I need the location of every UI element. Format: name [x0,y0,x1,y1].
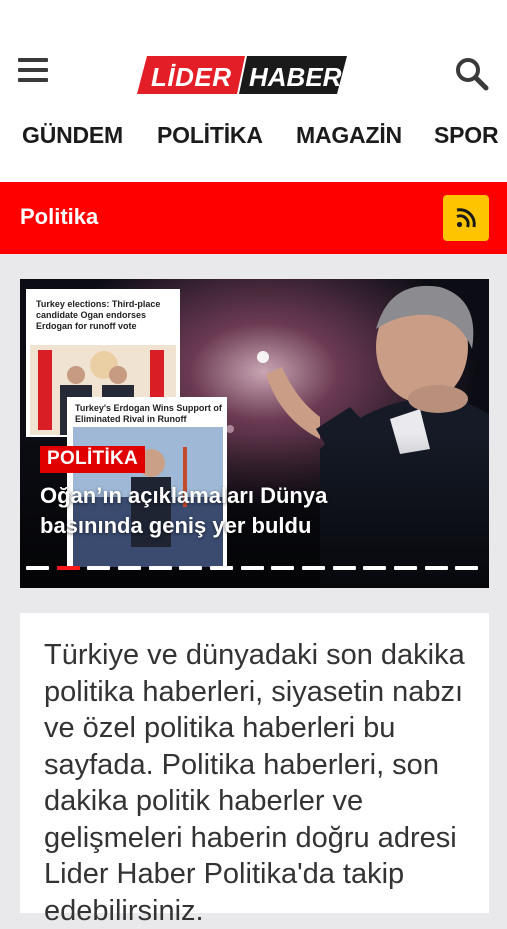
tab-politika[interactable]: POLİTİKA [157,122,263,149]
category-tabs: GÜNDEM POLİTİKA MAGAZİN SPOR [0,108,507,182]
rss-icon [456,208,476,228]
site-header: LİDER HABER [0,0,507,109]
slider-dot[interactable] [87,566,111,570]
slider-dot[interactable] [179,566,203,570]
search-icon[interactable] [454,56,490,92]
slider-dot[interactable] [26,566,49,570]
slider-dot[interactable] [424,566,448,570]
slider-dot[interactable] [363,566,387,570]
slider-dot[interactable] [240,566,264,570]
tab-gundem[interactable]: GÜNDEM [22,122,123,149]
section-header: Politika [0,182,507,254]
tab-magazin[interactable]: MAGAZİN [296,122,402,149]
headline-slider[interactable]: Turkey elections: Third-place candidate … [20,279,489,588]
rss-button[interactable] [443,195,489,241]
slider-dot[interactable] [394,566,417,570]
slider-dot[interactable] [148,566,172,570]
logo-left-text: LİDER [151,62,232,92]
inset-card-2-headline: Turkey's Erdogan Wins Support of Elimina… [75,403,222,424]
slider-dot[interactable] [302,566,325,570]
section-description-text: Türkiye ve dünyadaki son dakika politika… [44,639,465,927]
category-badge[interactable]: POLİTİKA [40,446,146,473]
hamburger-menu-icon[interactable] [18,58,48,84]
slider-dot[interactable] [332,566,356,570]
slider-pagination [26,566,486,572]
slider-dot[interactable] [118,566,141,570]
slider-dot[interactable] [56,566,80,570]
slide-headline[interactable]: Oğan’ın açıklamaları Dünya basınında gen… [40,481,380,541]
section-title: Politika [20,204,99,229]
slider-dot[interactable] [455,566,479,570]
tab-spor[interactable]: SPOR [434,122,499,149]
slider-dot[interactable] [271,566,295,570]
section-description: Türkiye ve dünyadaki son dakika politika… [20,613,489,927]
site-logo[interactable]: LİDER HABER [137,54,347,96]
logo-right-text: HABER [249,62,342,92]
inset-card-headline: Turkey elections: Third-place candidate … [36,299,161,331]
slider-dot[interactable] [210,566,233,570]
